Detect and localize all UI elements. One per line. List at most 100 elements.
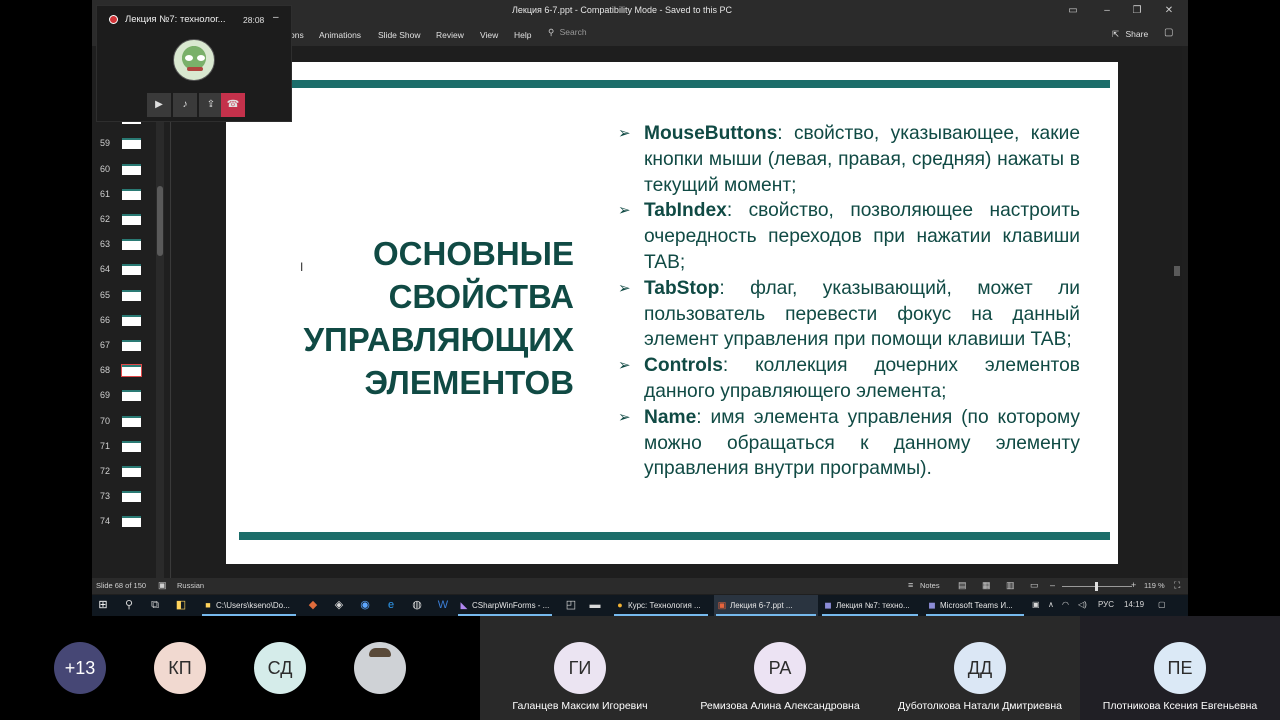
slide-thumbnail[interactable] <box>122 415 141 427</box>
clock[interactable]: 14:19 <box>1124 600 1144 609</box>
powerpoint-icon: ▣ <box>717 600 727 610</box>
participant-avatar: РА <box>754 642 806 694</box>
app-icon[interactable]: ◉ <box>358 598 372 612</box>
keyboard-language[interactable]: РУС <box>1098 600 1114 609</box>
minimize-icon[interactable]: – <box>1100 4 1114 18</box>
normal-view-icon[interactable]: ▤ <box>958 580 967 591</box>
slide-number: 72 <box>100 466 111 476</box>
restore-icon[interactable]: ❐ <box>1130 4 1144 18</box>
hang-up-icon[interactable]: ☎ <box>221 93 245 117</box>
app-icon[interactable]: ◍ <box>410 598 424 612</box>
thumbnails-scrollbar-thumb[interactable] <box>157 186 163 256</box>
slide-thumbnail[interactable] <box>122 340 141 351</box>
arrow-bullet-icon: ➢ <box>618 279 631 297</box>
slide-thumbnail[interactable] <box>122 188 141 200</box>
notes-button[interactable]: Notes <box>920 581 940 590</box>
notes-icon[interactable]: ≡ <box>908 580 913 590</box>
microphone-icon[interactable]: ♪ <box>173 93 197 117</box>
fit-to-window-icon[interactable]: ⛶ <box>1174 580 1180 591</box>
start-icon[interactable]: ⊞ <box>96 598 110 612</box>
taskbar-app-chrome[interactable]: ● Курс: Технология ... <box>612 595 710 616</box>
menu-slide-show[interactable]: Slide Show <box>378 30 421 40</box>
slide-sorter-icon[interactable]: ▦ <box>982 580 991 591</box>
taskbar-app-teams-meeting[interactable]: ◼ Лекция №7: техно... <box>820 595 920 616</box>
current-slide[interactable]: ОСНОВНЫЕ СВОЙСТВА УПРАВЛЯЮЩИХ ЭЛЕМЕНТОВ … <box>226 62 1118 564</box>
slide-thumbnail[interactable] <box>122 138 141 150</box>
participant-tile[interactable]: РА Ремизова Алина Александровна <box>680 616 880 720</box>
participant-tile[interactable]: ПЕ Плотникова Ксения Евгеньевна <box>1080 616 1280 720</box>
participant-tile[interactable]: КП <box>126 616 234 720</box>
slide-number: 67 <box>100 340 111 350</box>
taskbar-app-explorer[interactable]: ■ C:\Users\kseno\Do... <box>200 595 298 616</box>
comment-icon[interactable]: ▢ <box>1164 27 1173 38</box>
bullet-item: ➢ Name: имя элемента управления (по котор… <box>618 405 1080 482</box>
slide-thumbnail[interactable] <box>122 289 141 301</box>
participant-tile[interactable]: +13 <box>26 616 134 720</box>
participant-tile[interactable] <box>326 616 434 720</box>
taskbar-app-powerpoint[interactable]: ▣ Лекция 6-7.ppt ... <box>714 595 818 616</box>
slide-thumbnail[interactable] <box>122 491 141 503</box>
tray-app-icon[interactable]: ▣ <box>1032 600 1040 609</box>
search-placeholder: Search <box>559 27 587 37</box>
ribbon-display-icon[interactable]: ▭ <box>1066 4 1080 18</box>
zoom-out-icon[interactable]: – <box>1050 580 1055 590</box>
language-indicator[interactable]: Russian <box>177 581 204 590</box>
pane-divider[interactable] <box>170 46 171 578</box>
slide-thumbnail[interactable] <box>122 390 141 402</box>
participant-avatar: ПЕ <box>1154 642 1206 694</box>
close-icon[interactable]: ✕ <box>1162 4 1176 18</box>
teams-meeting-mini-window[interactable]: Лекция №7: технолог... 28:08 – ▶ ♪ ⇪ ☎ <box>96 5 292 122</box>
slide-thumbnail[interactable] <box>122 516 141 528</box>
slide-thumbnail[interactable] <box>122 239 141 251</box>
camera-toggle-icon[interactable]: ▶ <box>147 93 171 117</box>
slide-thumbnail[interactable] <box>122 163 141 175</box>
slide-thumbnail[interactable] <box>122 264 141 276</box>
menu-review[interactable]: Review <box>436 30 464 40</box>
search-box[interactable]: ⚲ Search <box>548 27 668 41</box>
editor-scrollbar-thumb[interactable] <box>1174 266 1180 276</box>
search-icon[interactable]: ⚲ <box>122 598 136 612</box>
menu-animations[interactable]: Animations <box>319 30 361 40</box>
participant-tile[interactable]: ГИ Галанцев Максим Игоревич <box>480 616 680 720</box>
taskbar-app-visual-studio[interactable]: ◣ CSharpWinForms - ... <box>456 595 554 616</box>
spelling-icon[interactable]: ▣ <box>158 580 167 591</box>
notifications-icon[interactable]: ▢ <box>1158 600 1166 609</box>
menu-view[interactable]: View <box>480 30 498 40</box>
slide-thumbnail[interactable] <box>122 314 141 326</box>
taskbar-app-teams[interactable]: ◼ Microsoft Teams И... <box>924 595 1026 616</box>
app-icon[interactable]: ◰ <box>564 598 578 612</box>
slideshow-view-icon[interactable]: ▭ <box>1030 580 1039 591</box>
minimize-icon[interactable]: – <box>273 12 279 23</box>
task-view-icon[interactable]: ⧉ <box>148 598 162 612</box>
app-icon[interactable]: ◈ <box>332 598 346 612</box>
taskbar-app-label: Лекция №7: техно... <box>836 601 910 610</box>
document-title: Лекция 6-7.ppt - Compatibility Mode - Sa… <box>512 5 732 15</box>
show-hidden-icons-icon[interactable]: ∧ <box>1048 600 1054 609</box>
share-button[interactable]: ⇱ Share <box>1112 29 1148 40</box>
slide-thumbnail[interactable] <box>121 364 142 378</box>
zoom-in-icon[interactable]: + <box>1131 580 1136 590</box>
participant-tile[interactable]: ДД Дуботолкова Натали Дмитриевна <box>880 616 1080 720</box>
editor-scrollbar[interactable] <box>1172 46 1182 578</box>
zoom-slider-knob[interactable] <box>1095 582 1098 591</box>
edge-icon[interactable]: e <box>384 598 398 612</box>
wifi-icon[interactable]: ◠ <box>1062 600 1069 609</box>
slide-thumbnail[interactable] <box>122 440 141 452</box>
store-icon[interactable]: ◧ <box>174 598 188 612</box>
reading-view-icon[interactable]: ▥ <box>1006 580 1015 591</box>
slide-thumbnail[interactable] <box>122 466 141 477</box>
slide-thumbnail[interactable] <box>122 214 141 225</box>
app-icon[interactable]: ◆ <box>306 598 320 612</box>
terminal-icon[interactable]: ▬ <box>588 598 602 612</box>
participant-tile[interactable]: СД <box>226 616 334 720</box>
volume-icon[interactable]: ◁) <box>1078 600 1087 609</box>
participant-avatar: КП <box>154 642 206 694</box>
word-icon[interactable]: W <box>436 598 450 612</box>
share-screen-icon[interactable]: ⇪ <box>199 93 223 117</box>
heading-line: ЭЛЕМЕНТОВ <box>364 364 574 401</box>
zoom-level[interactable]: 119 % <box>1144 581 1165 590</box>
thumbnails-scrollbar[interactable] <box>156 46 164 578</box>
menu-help[interactable]: Help <box>514 30 531 40</box>
slide-number: 60 <box>100 163 111 174</box>
menu-transitions[interactable]: ons <box>290 30 304 40</box>
